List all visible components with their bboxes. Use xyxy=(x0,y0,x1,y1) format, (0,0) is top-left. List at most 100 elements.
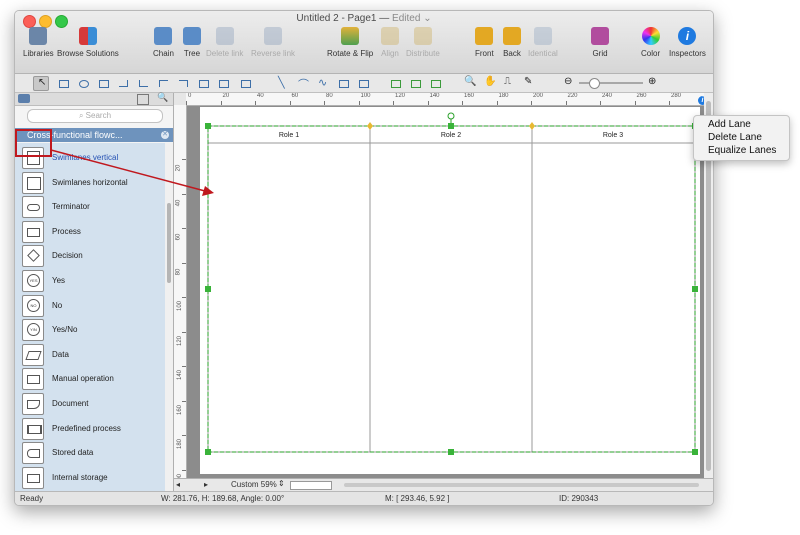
shape-item[interactable]: Swimlanes vertical xyxy=(15,146,165,170)
identical-icon xyxy=(533,27,552,45)
shape-item[interactable]: Predefined process xyxy=(15,417,165,441)
library-scrollbar[interactable] xyxy=(165,143,173,491)
resize-handle-s[interactable] xyxy=(448,449,454,455)
insert-tool[interactable] xyxy=(237,76,253,91)
front-button[interactable]: Front xyxy=(475,27,494,58)
align-icon xyxy=(381,27,399,45)
bezier-tool[interactable]: ∿ xyxy=(315,76,331,91)
menu-item-delete-lane[interactable]: Delete Lane xyxy=(708,132,762,143)
chain-button[interactable]: Chain xyxy=(153,27,174,58)
ellipse-icon xyxy=(79,80,89,88)
arc-tool[interactable]: ⌒ xyxy=(295,76,311,91)
page-prev-icon[interactable]: ◂ xyxy=(176,480,180,489)
pan-tool[interactable]: ✋ xyxy=(481,76,497,91)
resize-handle-nw[interactable] xyxy=(205,123,211,129)
browse-solutions-button[interactable]: Browse Solutions xyxy=(57,27,119,58)
page-next-icon[interactable]: ▸ xyxy=(204,480,208,489)
menu-item-equalize-lanes[interactable]: Equalize Lanes xyxy=(708,145,776,156)
chain-connector-tool[interactable] xyxy=(195,76,211,91)
zoom-out-button[interactable]: ⊖ xyxy=(561,76,577,91)
select-tool[interactable]: ↖ xyxy=(33,76,49,91)
ellipse-tool[interactable] xyxy=(75,76,91,91)
ruler-tick xyxy=(565,101,567,105)
zoom-slider-thumb[interactable] xyxy=(589,78,600,89)
smart-connector-tool[interactable] xyxy=(155,76,171,91)
reverse-link-button[interactable]: Reverse link xyxy=(251,27,295,58)
resize-handle-e[interactable] xyxy=(692,286,698,292)
zoom-stepper-icon[interactable]: ⇕ xyxy=(278,479,285,488)
shape-item[interactable]: Process xyxy=(15,220,165,244)
libraries-button[interactable]: Libraries xyxy=(23,27,54,58)
curved-connector-tool[interactable] xyxy=(135,76,151,91)
rotate-flip-button[interactable]: Rotate & Flip xyxy=(327,27,373,58)
resize-handle-w[interactable] xyxy=(205,286,211,292)
canvas-area: 0204060801001201401601802002202402602803… xyxy=(174,93,713,492)
polyline-tool[interactable] xyxy=(335,76,351,91)
menu-item-add-lane[interactable]: Add Lane xyxy=(708,119,751,130)
swimlane-pool[interactable] xyxy=(207,125,696,453)
lane-label-3[interactable]: Role 3 xyxy=(603,132,623,139)
page-thumbnails[interactable] xyxy=(290,481,332,490)
close-category-icon[interactable]: ✕ xyxy=(161,131,169,139)
eyedropper-tool[interactable]: ✎ xyxy=(521,76,537,91)
zoom-slider[interactable] xyxy=(579,78,643,89)
shape-item[interactable]: Swimlanes horizontal xyxy=(15,171,165,195)
identical-button[interactable]: Identical xyxy=(528,27,558,58)
back-button[interactable]: Back xyxy=(503,27,521,58)
round-connector-tool[interactable] xyxy=(175,76,191,91)
inspectors-button[interactable]: i Inspectors xyxy=(669,27,706,58)
rotation-handle[interactable] xyxy=(447,112,455,120)
tree-button[interactable]: Tree xyxy=(183,27,201,58)
ruler-tick xyxy=(531,101,532,105)
lane-label-2[interactable]: Role 2 xyxy=(441,132,461,139)
grid-view-icon[interactable] xyxy=(137,94,149,105)
search-toggle-icon[interactable]: 🔍 xyxy=(157,92,168,103)
shape-item[interactable]: Manual operation xyxy=(15,367,165,391)
resize-handle-se[interactable] xyxy=(692,449,698,455)
lane-label-1[interactable]: Role 1 xyxy=(279,132,299,139)
align-button[interactable]: Align xyxy=(381,27,399,58)
library-category-header[interactable]: Cross-functional flowc... ✕ xyxy=(15,128,173,142)
line-tool[interactable]: ╲ xyxy=(275,76,291,91)
swimlane-diagram: Role 1 Role 2 Role 3 xyxy=(205,112,698,455)
resize-handle-n[interactable] xyxy=(448,123,454,129)
freehand-tool[interactable] xyxy=(355,76,371,91)
color-button[interactable]: Color xyxy=(641,27,660,58)
shape-item[interactable]: NO No xyxy=(15,294,165,318)
shape-item[interactable]: Stored data xyxy=(15,441,165,465)
zoom-in-button[interactable]: ⊕ xyxy=(645,76,661,91)
shape-item[interactable]: Data xyxy=(15,343,165,367)
shape-item[interactable]: Internal storage xyxy=(15,466,165,490)
distribute-icon xyxy=(413,27,432,45)
format-painter-tool[interactable] xyxy=(387,76,403,91)
library-search-input[interactable]: ⌕ Search xyxy=(27,109,163,123)
library-tree-icon[interactable] xyxy=(18,94,30,103)
rectangle-tool[interactable] xyxy=(55,76,71,91)
zoom-tool[interactable]: 🔍 xyxy=(461,76,477,91)
shape-item[interactable]: Document xyxy=(15,392,165,416)
zoom-select[interactable]: Custom 59% xyxy=(231,480,277,489)
eyedropper-icon: ✎ xyxy=(524,76,533,87)
tree-connector-tool[interactable] xyxy=(215,76,231,91)
app-window: Untitled 2 - Page1 — Edited ⌄ Libraries … xyxy=(14,10,714,506)
library-scroll-thumb[interactable] xyxy=(167,203,171,283)
distribute-button[interactable]: Distribute xyxy=(406,27,440,58)
shape-item[interactable]: Y/N Yes/No xyxy=(15,318,165,342)
send-to-back-icon xyxy=(503,27,521,45)
ruler-tick-label: 0 xyxy=(188,93,192,99)
connector-tool[interactable] xyxy=(115,76,131,91)
shape-item[interactable]: Decision xyxy=(15,244,165,268)
resize-handle-sw[interactable] xyxy=(205,449,211,455)
stamp-tool[interactable]: ⎍ xyxy=(501,76,517,91)
crop-tool[interactable] xyxy=(407,76,423,91)
drawing-page[interactable]: Role 1 Role 2 Role 3 xyxy=(200,107,700,474)
text-tool[interactable] xyxy=(95,76,111,91)
delete-link-button[interactable]: Delete link xyxy=(206,27,243,58)
shape-item[interactable]: YES Yes xyxy=(15,269,165,293)
shape-item[interactable]: Terminator xyxy=(15,195,165,219)
grid-button[interactable]: Grid xyxy=(591,27,609,58)
shape-icon xyxy=(27,400,40,409)
group-tool[interactable] xyxy=(427,76,443,91)
canvas-hscroll-thumb[interactable] xyxy=(344,483,699,487)
ruler-tick xyxy=(324,101,325,105)
